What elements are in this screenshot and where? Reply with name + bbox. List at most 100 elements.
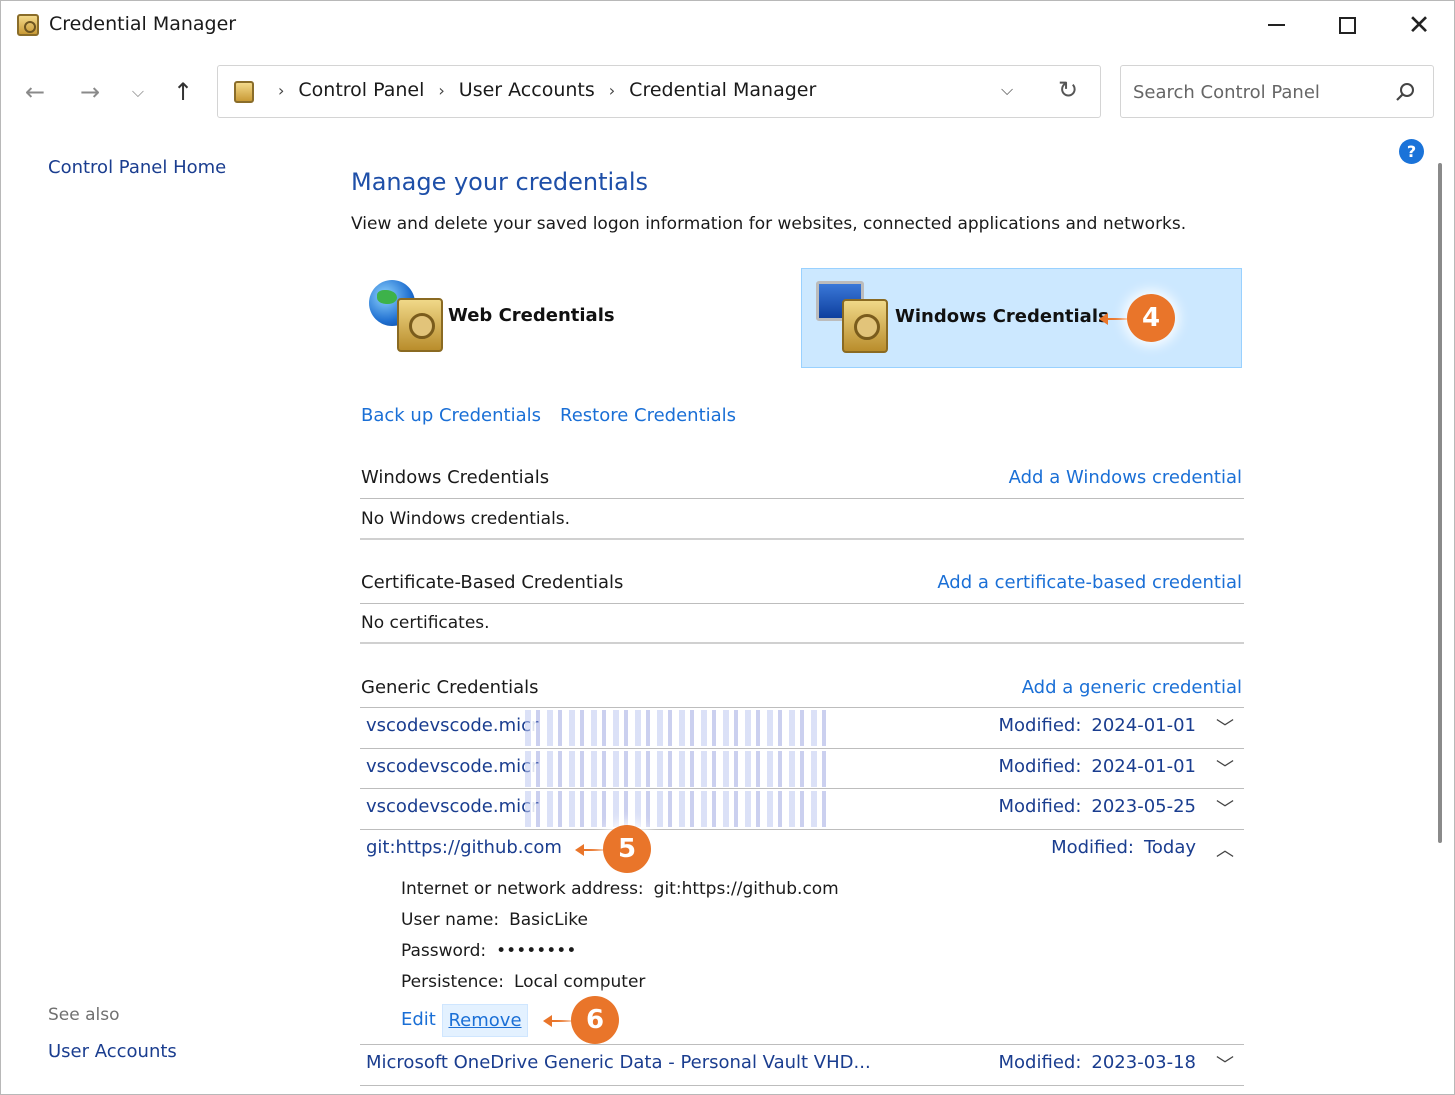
windows-credentials-label: Windows Credentials: [895, 306, 1109, 327]
maximize-button[interactable]: [1317, 5, 1377, 45]
username-value: BasicLike: [509, 910, 588, 930]
modified-label: Modified:: [998, 1052, 1082, 1073]
search-icon[interactable]: [1393, 80, 1417, 104]
username-label: User name:: [401, 910, 500, 930]
credential-name: vscodevscode.micr: [366, 756, 539, 777]
detail-username: User name: BasicLike: [401, 910, 588, 930]
add-certificate-credential-link[interactable]: Add a certificate-based credential: [937, 572, 1242, 593]
control-panel-icon: [234, 81, 254, 103]
chevron-down-icon[interactable]: ﹀: [1216, 795, 1234, 821]
modified-date: 2023-05-25: [1091, 796, 1196, 817]
vault-icon: [397, 298, 443, 352]
chevron-down-icon[interactable]: ﹀: [1216, 755, 1234, 781]
arrow-up-icon: ↑: [172, 78, 194, 106]
breadcrumb-separator-icon[interactable]: ›: [609, 81, 615, 100]
refresh-icon[interactable]: ↻: [1058, 76, 1078, 104]
address-label: Internet or network address:: [401, 879, 644, 899]
breadcrumb-separator-icon[interactable]: ›: [278, 81, 284, 100]
callout-badge-6: 6: [571, 996, 619, 1044]
address-value: git:https://github.com: [653, 879, 839, 899]
window-title: Credential Manager: [49, 13, 237, 35]
back-button[interactable]: ←: [16, 73, 54, 111]
vault-icon: [842, 299, 888, 353]
maximize-icon: [1338, 16, 1356, 34]
remove-credential-link[interactable]: Remove: [442, 1004, 528, 1037]
address-bar[interactable]: › Control Panel › User Accounts › Creden…: [217, 65, 1101, 118]
divider: [360, 1085, 1244, 1086]
restore-credentials-link[interactable]: Restore Credentials: [560, 405, 736, 426]
no-certificates-text: No certificates.: [361, 613, 490, 633]
credential-modified: Modified: 2023-05-25: [999, 796, 1196, 817]
modified-label: Modified:: [998, 715, 1082, 736]
see-also-user-accounts-link[interactable]: User Accounts: [48, 1041, 177, 1062]
persistence-label: Persistence:: [401, 972, 504, 992]
modified-label: Modified:: [1051, 837, 1134, 858]
modified-date: 2024-01-01: [1091, 715, 1196, 736]
minimize-icon: [1267, 24, 1285, 26]
modified-date: Today: [1143, 837, 1196, 858]
generic-credential-row[interactable]: Microsoft OneDrive Generic Data - Person…: [360, 1045, 1244, 1085]
chevron-down-icon[interactable]: ﹀: [1216, 714, 1234, 740]
up-button[interactable]: ↑: [164, 73, 202, 111]
arrow-left-icon: ←: [24, 78, 46, 106]
chevron-down-icon[interactable]: ﹀: [1216, 1051, 1234, 1077]
search-box[interactable]: [1120, 65, 1434, 118]
control-panel-home-link[interactable]: Control Panel Home: [48, 157, 226, 178]
breadcrumb-user-accounts[interactable]: User Accounts: [459, 79, 595, 101]
callout-arrow-icon: [543, 1015, 571, 1027]
divider: [360, 642, 1244, 644]
breadcrumb-separator-icon[interactable]: ›: [438, 81, 444, 100]
modified-label: Modified:: [998, 796, 1082, 817]
persistence-value: Local computer: [513, 972, 646, 992]
add-windows-credential-link[interactable]: Add a Windows credential: [1009, 467, 1242, 488]
credential-modified: Modified: 2024-01-01: [999, 756, 1196, 777]
recent-locations-button[interactable]: ⌵: [119, 73, 157, 111]
credential-modified: Modified: Today: [1051, 837, 1196, 858]
chevron-up-icon[interactable]: ︿: [1216, 836, 1234, 862]
forward-button[interactable]: →: [71, 73, 109, 111]
breadcrumb-control-panel[interactable]: Control Panel: [298, 79, 424, 101]
credential-name: vscodevscode.micr: [366, 715, 539, 736]
close-button[interactable]: ✕: [1389, 5, 1449, 45]
generic-credential-row[interactable]: vscodevscode.micr Modified: 2024-01-01 ﹀: [360, 749, 1244, 789]
credential-modified: Modified: 2024-01-01: [999, 715, 1196, 736]
generic-credential-row-expanded[interactable]: git:https://github.com Modified: Today ︿: [360, 830, 1244, 870]
generic-credentials-section-title: Generic Credentials: [361, 677, 539, 698]
credential-name: Microsoft OneDrive Generic Data - Person…: [366, 1052, 871, 1073]
windows-credentials-tile[interactable]: Windows Credentials: [801, 268, 1242, 368]
no-windows-credentials-text: No Windows credentials.: [361, 509, 571, 529]
modified-label: Modified:: [998, 756, 1082, 777]
edit-credential-link[interactable]: Edit: [401, 1009, 436, 1030]
divider: [360, 498, 1244, 499]
divider: [360, 538, 1244, 540]
generic-credential-row[interactable]: vscodevscode.micr Modified: 2023-05-25 ﹀: [360, 789, 1244, 829]
breadcrumb: › Control Panel › User Accounts › Creden…: [264, 79, 816, 101]
help-icon[interactable]: ?: [1399, 139, 1424, 164]
detail-address: Internet or network address: git:https://…: [401, 879, 839, 899]
vertical-scrollbar[interactable]: [1438, 163, 1442, 843]
web-credentials-label: Web Credentials: [448, 305, 615, 326]
title-bar: Credential Manager ✕: [1, 1, 1454, 49]
web-credentials-tile[interactable]: Web Credentials: [361, 268, 791, 368]
divider: [360, 603, 1244, 604]
arrow-right-icon: →: [79, 78, 101, 106]
credential-name: git:https://github.com: [366, 837, 562, 858]
chevron-down-icon: ⌵: [131, 82, 145, 101]
callout-arrow-icon: [575, 844, 603, 856]
minimize-button[interactable]: [1246, 5, 1306, 45]
see-also-label: See also: [48, 1005, 120, 1025]
search-input[interactable]: [1133, 78, 1383, 106]
credential-name: vscodevscode.micr: [366, 796, 539, 817]
page-title: Manage your credentials: [351, 168, 649, 196]
backup-credentials-link[interactable]: Back up Credentials: [361, 405, 541, 426]
modified-date: 2024-01-01: [1091, 756, 1196, 777]
breadcrumb-credential-manager[interactable]: Credential Manager: [629, 79, 816, 101]
generic-credential-row[interactable]: vscodevscode.micr Modified: 2024-01-01 ﹀: [360, 708, 1244, 748]
address-dropdown-icon[interactable]: ⌵: [1001, 80, 1013, 100]
page-description: View and delete your saved logon informa…: [351, 214, 1187, 234]
add-generic-credential-link[interactable]: Add a generic credential: [1022, 677, 1242, 698]
credential-manager-window: Credential Manager ✕ ← → ⌵ ↑ › Control P…: [0, 0, 1455, 1095]
redacted-mask: [525, 791, 827, 827]
close-icon: ✕: [1407, 9, 1431, 41]
redacted-mask: [525, 751, 827, 787]
